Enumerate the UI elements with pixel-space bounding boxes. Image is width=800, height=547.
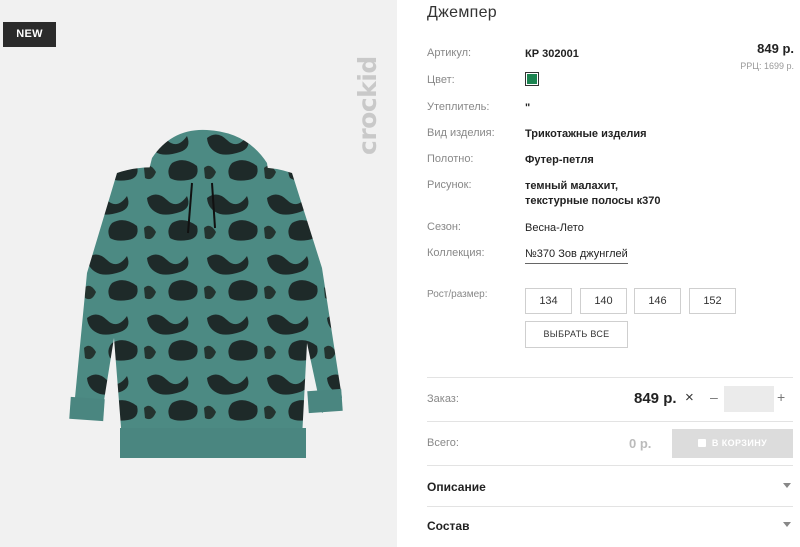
product-image-panel: NEW crockid	[0, 0, 397, 547]
divider	[427, 421, 793, 422]
product-photo[interactable]	[22, 128, 382, 468]
add-to-cart-button[interactable]: В КОРЗИНУ	[672, 429, 793, 458]
accordion-composition[interactable]: Состав	[427, 519, 793, 539]
accordion-description[interactable]: Описание	[427, 480, 793, 500]
size-button-152[interactable]: 152	[689, 288, 736, 314]
sizes-label: Рост/размер:	[427, 289, 488, 300]
insulation-label: Утеплитель:	[427, 101, 490, 113]
times-icon: ×	[685, 389, 694, 406]
collection-link[interactable]: №370 Зов джунглей	[525, 247, 628, 264]
type-value: Трикотажные изделия	[525, 128, 647, 140]
divider	[427, 465, 793, 466]
size-button-134[interactable]: 134	[525, 288, 572, 314]
size-button-146[interactable]: 146	[634, 288, 681, 314]
fabric-value: Футер-петля	[525, 154, 594, 166]
season-label: Сезон:	[427, 221, 461, 233]
select-all-sizes-button[interactable]: ВЫБРАТЬ ВСЕ	[525, 321, 628, 348]
add-to-cart-label: В КОРЗИНУ	[711, 438, 768, 448]
season-value: Весна-Лето	[525, 222, 584, 234]
pattern-label: Рисунок:	[427, 179, 472, 191]
article-label: Артикул:	[427, 47, 472, 59]
increase-quantity-button[interactable]: +	[777, 389, 785, 405]
total-label: Всего:	[427, 437, 459, 449]
product-details: Джемпер 849 р. РРЦ: 1699 р. Артикул: КР …	[427, 0, 800, 547]
size-button-140[interactable]: 140	[580, 288, 627, 314]
color-label: Цвет:	[427, 74, 455, 86]
type-label: Вид изделия:	[427, 127, 495, 139]
decrease-quantity-button[interactable]: –	[710, 389, 718, 405]
quantity-input[interactable]	[724, 386, 774, 412]
divider	[427, 506, 793, 507]
accordion-description-label: Описание	[427, 480, 486, 494]
rrp-price: РРЦ: 1699 р.	[740, 61, 794, 71]
collection-label: Коллекция:	[427, 247, 485, 259]
order-label: Заказ:	[427, 393, 459, 405]
chevron-down-icon	[783, 522, 791, 527]
divider	[427, 377, 793, 378]
total-value: 0 р.	[629, 436, 652, 451]
pattern-value-line2: текстурные полосы к370	[525, 195, 661, 207]
order-price: 849 р.	[634, 390, 677, 407]
pattern-value-line1: темный малахит,	[525, 180, 619, 192]
insulation-value: "	[525, 102, 531, 114]
fabric-label: Полотно:	[427, 153, 474, 165]
accordion-composition-label: Состав	[427, 519, 470, 533]
product-price: 849 р.	[757, 41, 794, 56]
chevron-down-icon	[783, 483, 791, 488]
hoodie-body	[74, 167, 342, 440]
article-value: КР 302001	[525, 48, 579, 60]
new-badge: NEW	[3, 22, 56, 47]
product-title: Джемпер	[427, 4, 497, 21]
shopping-bag-icon	[697, 439, 706, 447]
color-swatch[interactable]	[525, 72, 539, 86]
